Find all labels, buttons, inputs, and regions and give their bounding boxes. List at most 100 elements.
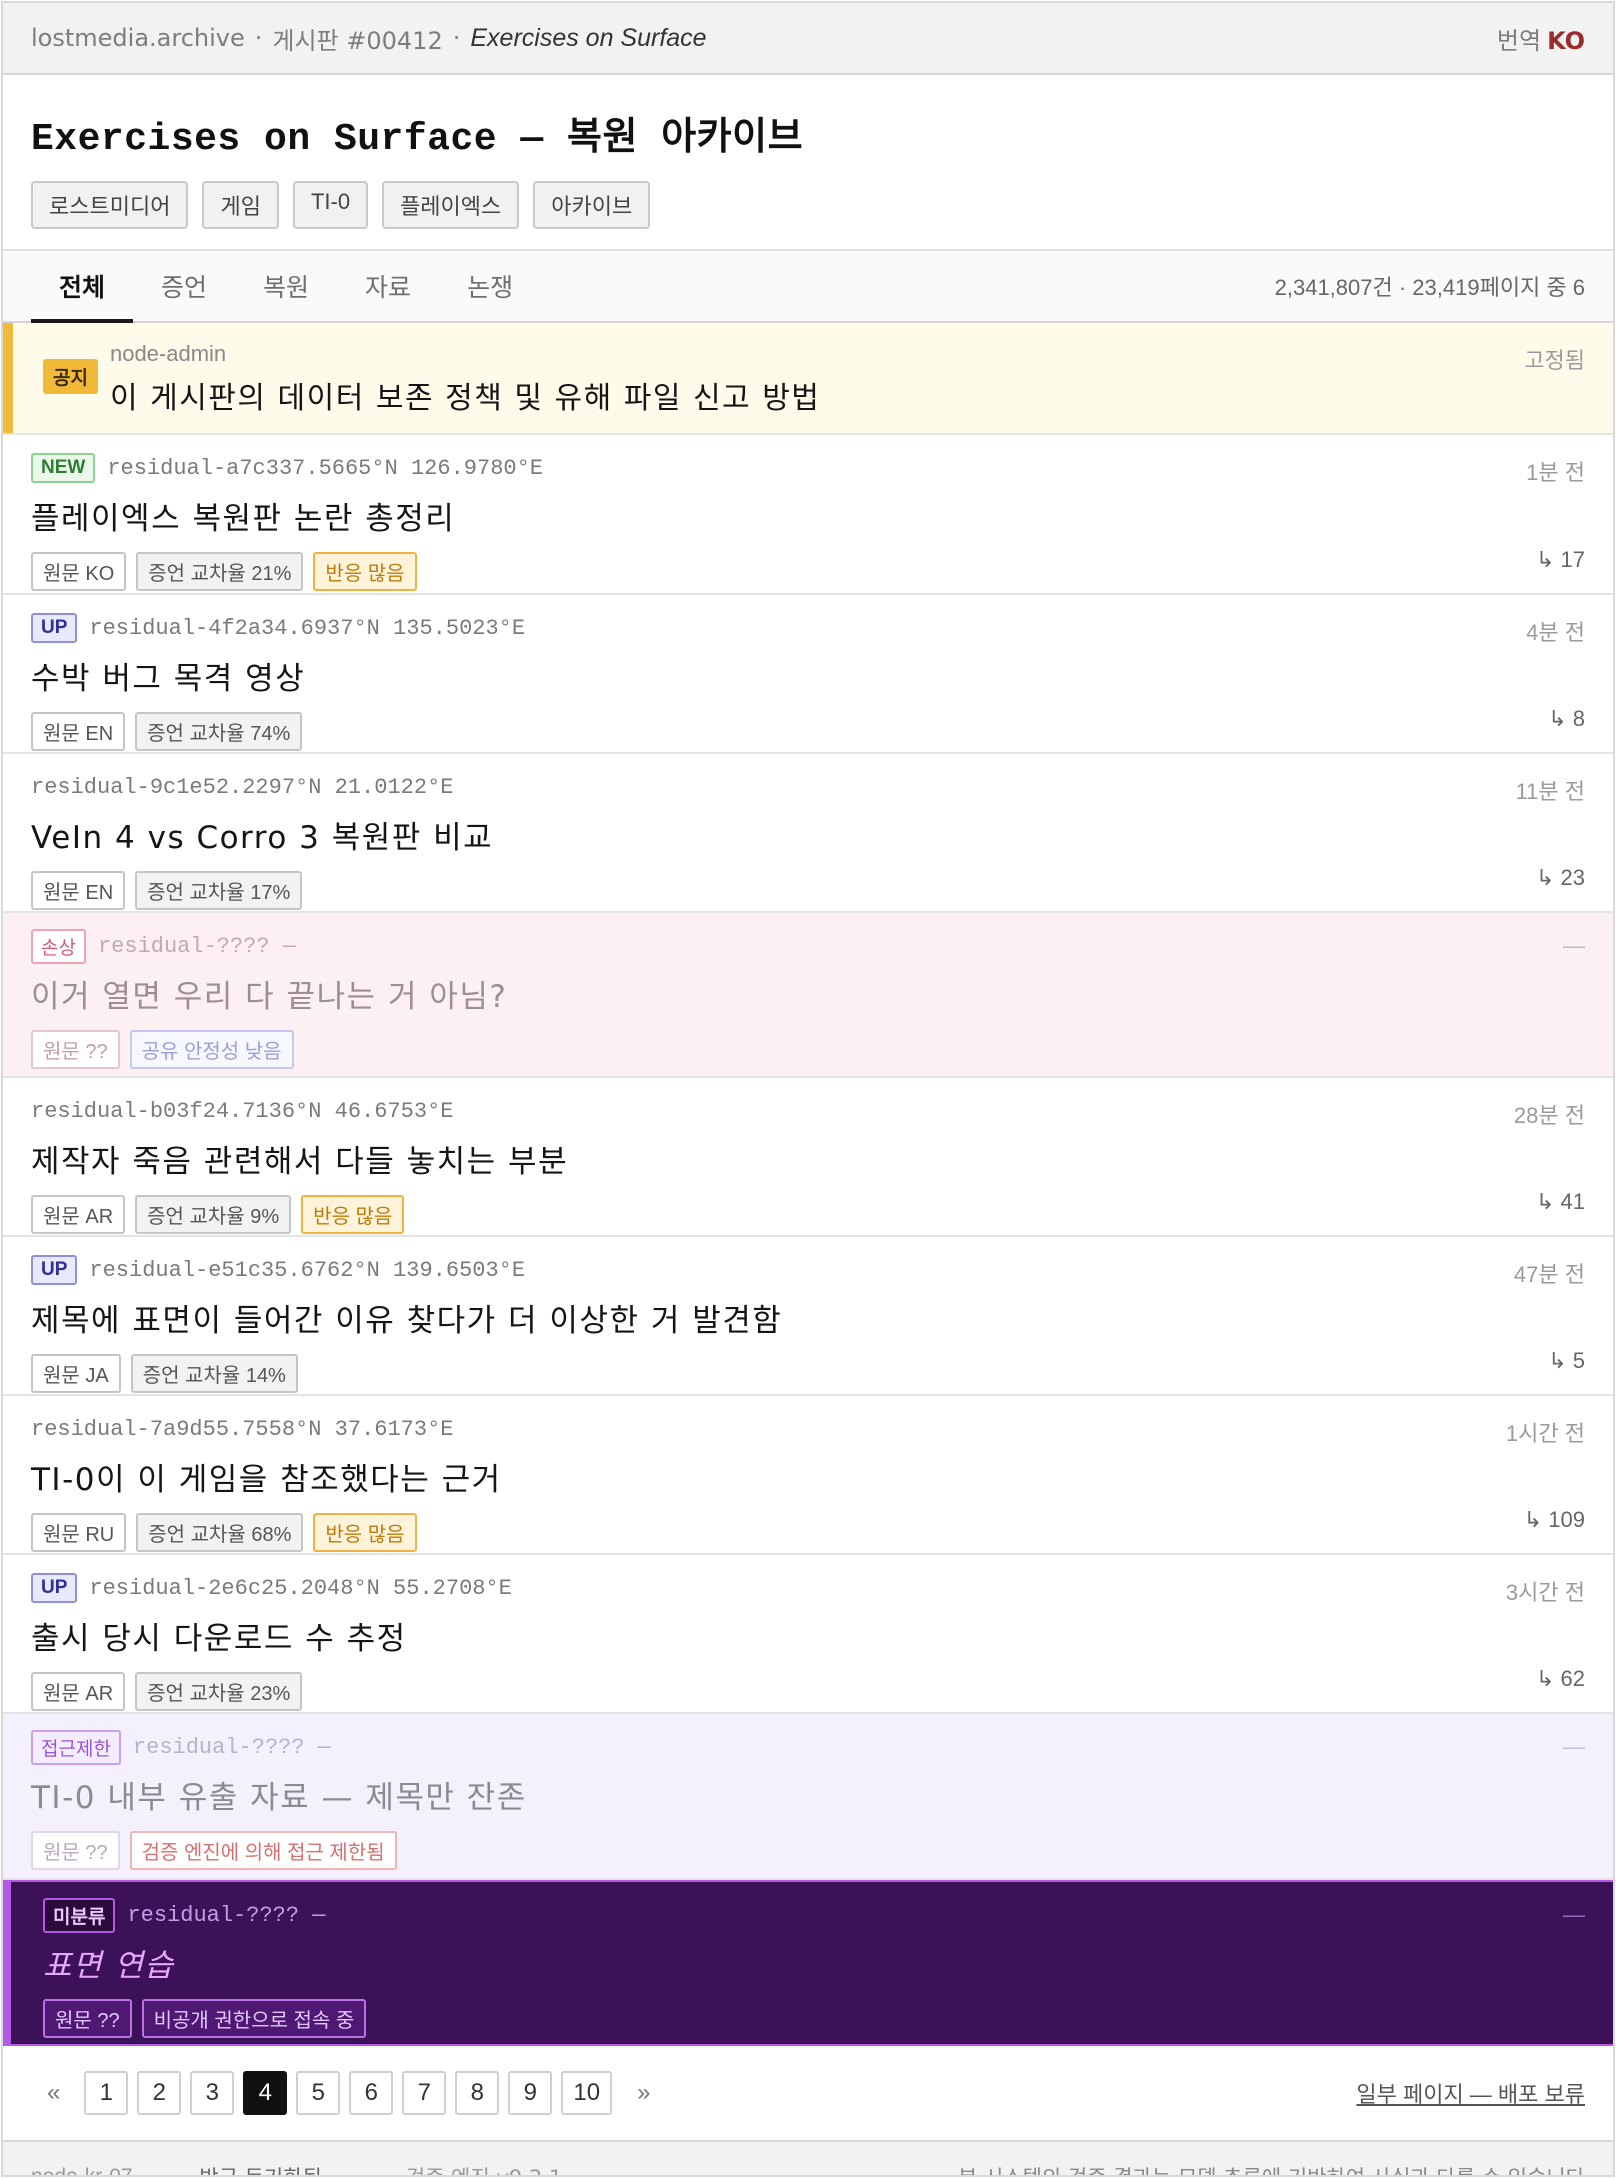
language-chip: 원문 EN: [31, 871, 126, 910]
damaged-post[interactable]: 손상 residual-???? — — 이거 열면 우리 다 끝나는 거 아님?…: [3, 913, 1613, 1078]
post-title[interactable]: VeIn 4 vs Corro 3 복원판 비교: [31, 812, 1585, 857]
page-button[interactable]: 9: [508, 2071, 553, 2115]
disclaimer: 본 시스템의 검증 결과는 모델 추론에 기반하여 사실과 다를 수 있습니다: [958, 2162, 1585, 2175]
up-badge: UP: [31, 613, 78, 643]
reply-count: ↳ 109: [1523, 1507, 1585, 1532]
post-address: residual-???? —: [97, 933, 297, 959]
sync-status: 방금 동기화됨: [199, 2162, 322, 2175]
post-title[interactable]: 표면 연습: [43, 1940, 1585, 1985]
next-page-button[interactable]: »: [627, 2071, 660, 2115]
post-title[interactable]: TI-0 내부 유출 자료 — 제목만 잔존: [31, 1772, 1585, 1817]
post-title[interactable]: 제작자 죽음 관련해서 다들 놓치는 부분: [31, 1136, 1585, 1181]
cross-rate-chip: 증언 교차율 74%: [135, 712, 303, 751]
reply-count: ↳ 5: [1548, 1348, 1585, 1373]
cross-rate-chip: 증언 교차율 68%: [136, 1513, 304, 1552]
distribution-hold-link[interactable]: 일부 페이지 — 배포 보류: [1356, 2077, 1585, 2109]
list-item[interactable]: residual-9c1e52.2297°N 21.0122°E 11분 전 V…: [3, 754, 1613, 913]
post-time: 4분 전: [1526, 620, 1585, 645]
list-item[interactable]: UP residual-2e6c25.2048°N 55.2708°E 3시간 전…: [3, 1555, 1613, 1714]
footer-separator: ·: [162, 2165, 170, 2177]
cross-rate-chip: 증언 교차율 23%: [135, 1672, 303, 1711]
language-chip: 원문 RU: [31, 1513, 127, 1552]
post-address: residual-2e6c25.2048°N 55.2708°E: [89, 1575, 512, 1601]
page-button[interactable]: 2: [137, 2071, 182, 2115]
language-chip: 원문 ??: [31, 1030, 120, 1069]
reply-count: ↳ 8: [1548, 706, 1585, 731]
page-button[interactable]: 5: [296, 2071, 341, 2115]
hot-chip: 반응 많음: [301, 1195, 405, 1234]
post-title[interactable]: 제목에 표면이 들어간 이유 찾다가 더 이상한 거 발견함: [31, 1295, 1585, 1340]
pagination: « 1 2 3 4 5 6 7 8 9 10 » 일부 페이지 — 배포 보류: [3, 2046, 1613, 2142]
post-title[interactable]: 플레이엑스 복원판 논란 총정리: [31, 493, 1585, 538]
node-id: node-kr-07: [31, 2165, 133, 2177]
page-button[interactable]: 1: [84, 2071, 129, 2115]
page-button[interactable]: 8: [455, 2071, 500, 2115]
post-address: residual-4f2a34.6937°N 135.5023°E: [89, 615, 526, 641]
language-code: KO: [1547, 26, 1585, 55]
post-address: residual-7a9d55.7558°N 37.6173°E: [31, 1416, 454, 1442]
post-time: —: [1563, 1734, 1585, 1759]
post-address: residual-???? —: [127, 1902, 326, 1928]
post-title[interactable]: TI-0이 이 게임을 참조했다는 근거: [31, 1454, 1585, 1499]
post-address: residual-???? —: [132, 1734, 331, 1760]
unclassified-post[interactable]: 미분류 residual-???? — — 표면 연습 원문 ?? 비공개 권한으…: [3, 1880, 1613, 2046]
breadcrumb-separator: ·: [452, 24, 461, 52]
result-count: 2,341,807건 · 23,419페이지 중 6: [1274, 275, 1585, 300]
post-title[interactable]: 이거 열면 우리 다 끝나는 거 아님?: [31, 971, 1585, 1016]
page-title: Exercises on Surface — 복원 아카이브: [31, 118, 804, 161]
tab-debate[interactable]: 논쟁: [439, 251, 541, 321]
reply-count: ↳ 41: [1535, 1189, 1585, 1214]
tag[interactable]: 아카이브: [533, 181, 651, 229]
page-button[interactable]: 7: [402, 2071, 447, 2115]
tab-all[interactable]: 전체: [31, 251, 134, 323]
reply-count: ↳ 23: [1535, 865, 1585, 890]
notice-author: node-admin: [109, 341, 227, 366]
prev-page-button[interactable]: «: [37, 2071, 70, 2115]
restricted-post[interactable]: 접근제한 residual-???? — — TI-0 내부 유출 자료 — 제목…: [3, 1714, 1613, 1880]
pinned-label: 고정됨: [1524, 348, 1585, 373]
language-toggle[interactable]: 번역 KO: [1497, 21, 1585, 56]
tag[interactable]: 로스트미디어: [31, 181, 189, 229]
engine-version: 검증 엔진 v9.2.1: [406, 2162, 563, 2175]
post-time: 28분 전: [1513, 1103, 1585, 1128]
list-item[interactable]: residual-b03f24.7136°N 46.6753°E 28분 전 제…: [3, 1078, 1613, 1237]
language-chip: 원문 AR: [31, 1672, 126, 1711]
language-chip: 원문 AR: [31, 1195, 126, 1234]
list-item[interactable]: UP residual-e51c35.6762°N 139.6503°E 47분 …: [3, 1237, 1613, 1396]
page-button[interactable]: 6: [349, 2071, 394, 2115]
tag[interactable]: TI-0: [292, 181, 369, 229]
cross-rate-chip: 증언 교차율 17%: [135, 871, 303, 910]
cross-rate-chip: 증언 교차율 9%: [135, 1195, 292, 1234]
language-chip: 원문 ??: [43, 1999, 132, 2038]
language-label: 번역: [1496, 26, 1542, 55]
tag-list: 로스트미디어 게임 TI-0 플레이엑스 아카이브: [31, 181, 1585, 229]
list-item[interactable]: residual-7a9d55.7558°N 37.6173°E 1시간 전 T…: [3, 1396, 1613, 1555]
board-header: Exercises on Surface — 복원 아카이브 로스트미디어 게임…: [3, 75, 1613, 251]
access-chip: 비공개 권한으로 접속 중: [141, 1999, 367, 2038]
tag[interactable]: 게임: [202, 181, 279, 229]
notice-badge: 공지: [43, 359, 98, 394]
post-time: 47분 전: [1513, 1262, 1585, 1287]
post-address: residual-a7c337.5665°N 126.9780°E: [107, 455, 543, 481]
notice-title[interactable]: 이 게시판의 데이터 보존 정책 및 유해 파일 신고 방법: [110, 373, 820, 417]
page-button[interactable]: 10: [561, 2071, 613, 2115]
post-title[interactable]: 출시 당시 다운로드 수 추정: [31, 1613, 1585, 1658]
current-page-button[interactable]: 4: [243, 2071, 288, 2115]
list-item[interactable]: NEW residual-a7c337.5665°N 126.9780°E 1분 …: [3, 435, 1613, 595]
post-time: 1시간 전: [1505, 1421, 1585, 1446]
post-title[interactable]: 수박 버그 목격 영상: [31, 653, 1585, 698]
tab-restoration[interactable]: 복원: [235, 251, 337, 321]
breadcrumb-title: Exercises on Surface: [470, 23, 707, 52]
stability-chip: 공유 안정성 낮음: [129, 1030, 294, 1069]
tab-materials[interactable]: 자료: [337, 251, 439, 321]
post-time: —: [1563, 933, 1585, 958]
list-item[interactable]: UP residual-4f2a34.6937°N 135.5023°E 4분 전…: [3, 595, 1613, 754]
footer: node-kr-07 · 방금 동기화됨 검증 엔진 v9.2.1 본 시스템의…: [3, 2142, 1613, 2177]
breadcrumb-board[interactable]: 게시판 #00412: [272, 21, 442, 56]
breadcrumb-site[interactable]: lostmedia.archive: [31, 24, 245, 52]
page-button[interactable]: 3: [190, 2071, 235, 2115]
tag[interactable]: 플레이엑스: [382, 181, 520, 229]
up-badge: UP: [31, 1255, 78, 1285]
tab-testimony[interactable]: 증언: [133, 251, 235, 321]
notice-post[interactable]: 공지 node-admin 이 게시판의 데이터 보존 정책 및 유해 파일 신…: [3, 323, 1613, 435]
